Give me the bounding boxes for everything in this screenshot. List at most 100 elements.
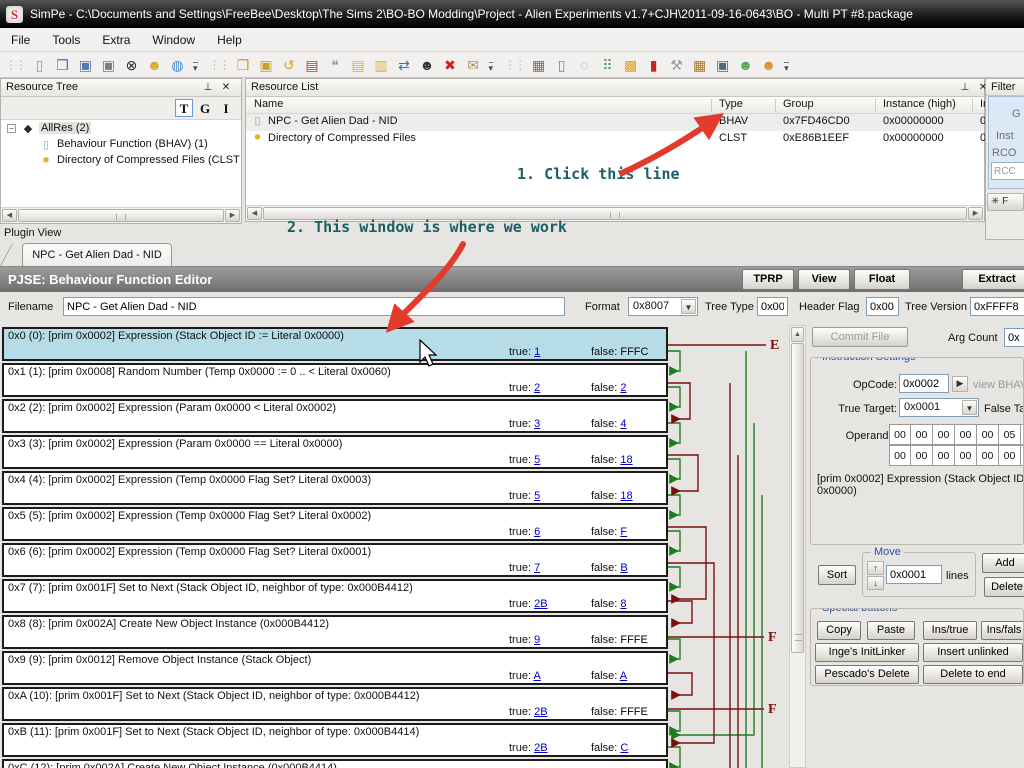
disc-icon[interactable]: ◌ (574, 55, 595, 75)
operand-cell[interactable]: 00 (911, 424, 933, 445)
filter-apply-button[interactable]: ✳ F (987, 193, 1024, 211)
tree-version-input[interactable] (970, 297, 1024, 316)
true-target-link[interactable]: 5 (534, 454, 540, 466)
save-as-icon[interactable]: ▣ (98, 55, 119, 75)
true-target-link[interactable]: 3 (534, 418, 540, 430)
wrench-icon[interactable]: ⚒ (666, 55, 687, 75)
menu-item-help[interactable]: Help (206, 28, 253, 52)
new-package-icon[interactable]: ▯ (29, 55, 50, 75)
tree-item[interactable]: ▯Behaviour Function (BHAV) (1) (1, 136, 241, 152)
operand-cell[interactable]: 00 (977, 445, 999, 466)
tree-h-scrollbar[interactable]: ◀ ▶ (1, 207, 241, 223)
instruction-row[interactable]: 0x9 (9): [prim 0x0012] Remove Object Ins… (2, 651, 668, 685)
operand-cell[interactable]: 00 (999, 445, 1021, 466)
toolbar-grip-icon[interactable]: ⋮⋮ (504, 58, 524, 72)
filename-input[interactable] (63, 297, 565, 316)
false-target-link[interactable]: 8 (620, 598, 626, 610)
add-button[interactable]: Add (982, 553, 1024, 573)
catalog-icon[interactable]: ▮ (643, 55, 664, 75)
instruction-row[interactable]: 0xA (10): [prim 0x001F] Set to Next (Sta… (2, 687, 668, 721)
mail-icon[interactable]: ✉ (463, 55, 484, 75)
true-target-link[interactable]: 7 (534, 562, 540, 574)
instruction-row[interactable]: 0x8 (8): [prim 0x002A] Create New Object… (2, 615, 668, 649)
resource-row[interactable]: ●Directory of Compressed FilesCLST0xE86B… (246, 131, 984, 148)
tree-filter-button-i[interactable]: I (217, 100, 235, 118)
column-separator[interactable] (775, 99, 776, 112)
delete-button[interactable]: Delete (984, 577, 1024, 597)
true-target-link[interactable]: 9 (534, 634, 540, 646)
true-target-link[interactable]: 6 (534, 526, 540, 538)
operand-cell[interactable]: 00 (911, 445, 933, 466)
true-target-select[interactable]: 0x0001 ▼ (899, 398, 979, 417)
instruction-v-scrollbar[interactable]: ▲ (789, 325, 806, 768)
opcode-input[interactable] (899, 374, 949, 393)
import-package-icon[interactable]: ❒ (233, 55, 254, 75)
operand-cell[interactable]: 00 (977, 424, 999, 445)
move-up-icon[interactable]: ↑ (867, 561, 884, 575)
resource-details-icon[interactable]: ▥ (371, 55, 392, 75)
tree-type-input[interactable] (757, 297, 788, 316)
object-workshop-icon[interactable]: ▯ (551, 55, 572, 75)
export-package-icon[interactable]: ▣ (256, 55, 277, 75)
special-button-copy[interactable]: Copy (817, 621, 861, 640)
operand-cell[interactable]: 00 (933, 445, 955, 466)
scroll-up-icon[interactable]: ▲ (791, 327, 804, 342)
special-button-paste[interactable]: Paste (867, 621, 915, 640)
special-button-pescado-s-delete[interactable]: Pescado's Delete (815, 665, 919, 684)
column-header-type[interactable]: Type (719, 98, 743, 110)
move-lines-input[interactable] (886, 565, 942, 584)
menu-item-extra[interactable]: Extra (91, 28, 141, 52)
sim-group-icon[interactable]: ☻ (735, 55, 756, 75)
view-bhav-link[interactable]: view BHAV (973, 379, 1024, 391)
scrollbar-thumb[interactable] (791, 343, 804, 653)
float-button[interactable]: Float (854, 269, 910, 290)
menu-item-tools[interactable]: Tools (41, 28, 91, 52)
opcode-expand-icon[interactable]: ▶ (952, 376, 968, 392)
scroll-left-icon[interactable]: ◀ (247, 207, 262, 220)
true-target-link[interactable]: 5 (534, 490, 540, 502)
tab-npc-get-alien-dad[interactable]: NPC - Get Alien Dad - NID (22, 243, 172, 266)
scroll-right-icon[interactable]: ▶ (225, 209, 240, 222)
toolbar-grip-icon[interactable]: ⋮⋮ (209, 58, 229, 72)
true-target-link[interactable]: 2B (534, 742, 547, 754)
box-icon[interactable]: ▩ (620, 55, 641, 75)
false-target-link[interactable]: A (620, 670, 627, 682)
operand-cell[interactable]: 00 (955, 424, 977, 445)
tree-filter-button-t[interactable]: T (175, 99, 193, 117)
package-tool-icon[interactable]: ▦ (528, 55, 549, 75)
sort-button[interactable]: Sort (818, 565, 856, 585)
pin-icon[interactable]: ⊥ (201, 81, 215, 95)
column-separator[interactable] (972, 99, 973, 112)
close-package-icon[interactable]: ⊗ (121, 55, 142, 75)
column-header-group[interactable]: Group (783, 98, 814, 110)
tree-item[interactable]: ●Directory of Compressed Files (CLST (1, 152, 241, 168)
tprp-button[interactable]: TPRP (742, 269, 794, 290)
instruction-row[interactable]: 0x4 (4): [prim 0x0002] Expression (Temp … (2, 471, 668, 505)
instruction-row[interactable]: 0xC (12): [prim 0x002A] Create New Objec… (2, 759, 668, 768)
special-button-insert-unlinked[interactable]: Insert unlinked (923, 643, 1023, 662)
pattern-icon[interactable]: ⠿ (597, 55, 618, 75)
special-button-ins-fals[interactable]: Ins/fals (981, 621, 1024, 640)
special-button-ins-true[interactable]: Ins/true (923, 621, 977, 640)
sync-icon[interactable]: ⇄ (394, 55, 415, 75)
sim-icon[interactable]: ☻ (758, 55, 779, 75)
open-package-icon[interactable]: ❒ (52, 55, 73, 75)
agent-icon[interactable]: ☻ (417, 55, 438, 75)
collapse-icon[interactable]: − (7, 124, 16, 133)
true-target-link[interactable]: 2B (534, 706, 547, 718)
menu-item-window[interactable]: Window (141, 28, 206, 52)
false-target-link[interactable]: 18 (620, 454, 632, 466)
commit-file-button[interactable]: Commit File (812, 327, 908, 347)
instruction-row[interactable]: 0x3 (3): [prim 0x0002] Expression (Param… (2, 435, 668, 469)
web-update-disabled-icon[interactable]: ◍ (167, 55, 188, 75)
extract-button[interactable]: Extract (962, 269, 1024, 290)
package-gear-icon[interactable]: ▦ (689, 55, 710, 75)
title-bar[interactable]: S SimPe - C:\Documents and Settings\Free… (0, 0, 1024, 28)
format-select[interactable]: 0x8007 ▼ (628, 297, 698, 316)
column-header-instance-high[interactable]: Instance (high) (883, 98, 956, 110)
toolbar-overflow-icon[interactable]: ▾ (489, 62, 494, 73)
restore-version-icon[interactable]: ↺ (279, 55, 300, 75)
delete-resource-icon[interactable]: ▤ (302, 55, 323, 75)
false-target-link[interactable]: 4 (620, 418, 626, 430)
true-target-link[interactable]: 1 (534, 346, 540, 358)
